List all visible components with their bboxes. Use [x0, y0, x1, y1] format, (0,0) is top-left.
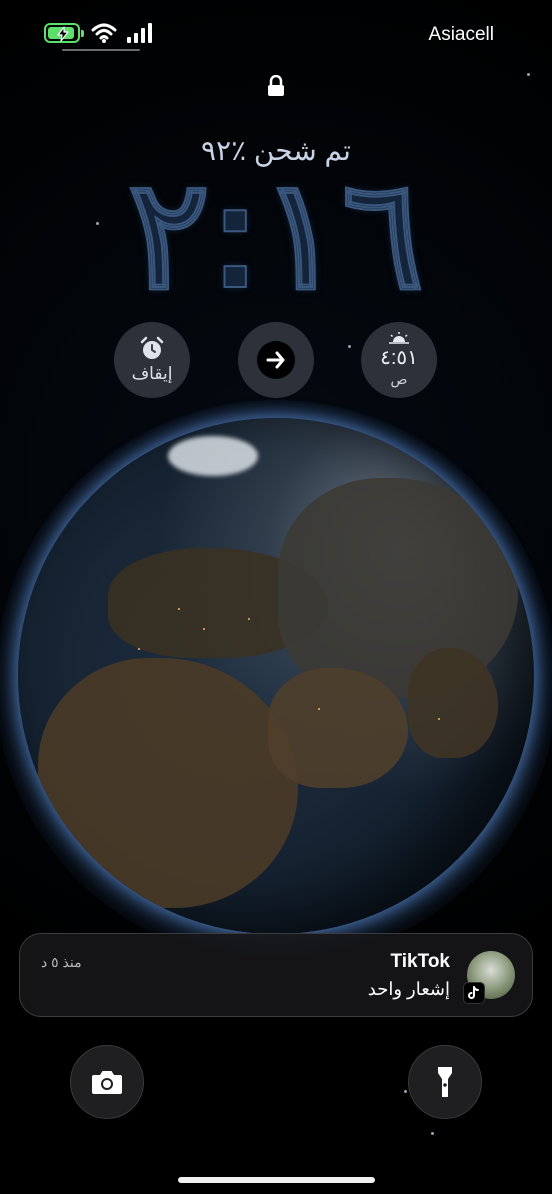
cloud — [168, 436, 258, 476]
alarm-widget-label: إيقاف — [131, 364, 173, 383]
sunrise-time: ٤:٥١ — [380, 347, 418, 369]
bolt-icon — [57, 26, 69, 42]
star — [404, 1090, 407, 1093]
lock-icon — [268, 75, 284, 96]
shortcut-widget[interactable] — [238, 322, 314, 398]
city-light — [248, 618, 250, 620]
battery-charging-icon — [44, 23, 84, 43]
star — [348, 345, 351, 348]
star — [431, 1132, 434, 1135]
carrier-name: Asiacell — [428, 24, 494, 45]
alarm-widget[interactable]: إيقاف — [114, 322, 190, 398]
status-bar-underline — [62, 49, 140, 51]
wifi-icon — [91, 23, 117, 43]
lock-screen: Asiacell تم شحن ٪٩٢ ٢:١٦ إيقاف ٤:٥١ ص Ti… — [0, 0, 552, 1194]
city-light — [203, 628, 205, 630]
land-india — [408, 648, 498, 758]
alarm-clock-icon — [140, 336, 164, 359]
sunrise-period: ص — [390, 371, 408, 387]
status-bar: Asiacell — [0, 20, 552, 50]
city-light — [438, 718, 440, 720]
city-light — [318, 708, 320, 710]
sunrise-icon — [389, 332, 409, 344]
star — [527, 73, 530, 76]
flashlight-button[interactable] — [408, 1045, 482, 1119]
notification-card[interactable]: TikTok إشعار واحد منذ ٥ د — [19, 933, 533, 1017]
camera-icon — [92, 1071, 122, 1094]
flashlight-icon — [438, 1067, 452, 1097]
notification-time: منذ ٥ د — [41, 954, 82, 970]
sunrise-widget[interactable]: ٤:٥١ ص — [361, 322, 437, 398]
home-indicator[interactable] — [178, 1177, 375, 1183]
cellular-signal-icon — [127, 23, 152, 43]
notification-app-name: TikTok — [390, 951, 450, 972]
earth-wallpaper — [18, 418, 534, 934]
tiktok-icon — [463, 982, 485, 1004]
arrow-right-icon — [257, 341, 295, 379]
land-arabia — [268, 668, 408, 788]
land-africa — [38, 658, 298, 908]
camera-button[interactable] — [70, 1045, 144, 1119]
city-light — [138, 648, 140, 650]
notification-message: إشعار واحد — [367, 979, 450, 999]
lock-clock: ٢:١٦ — [127, 149, 424, 321]
city-light — [178, 608, 180, 610]
